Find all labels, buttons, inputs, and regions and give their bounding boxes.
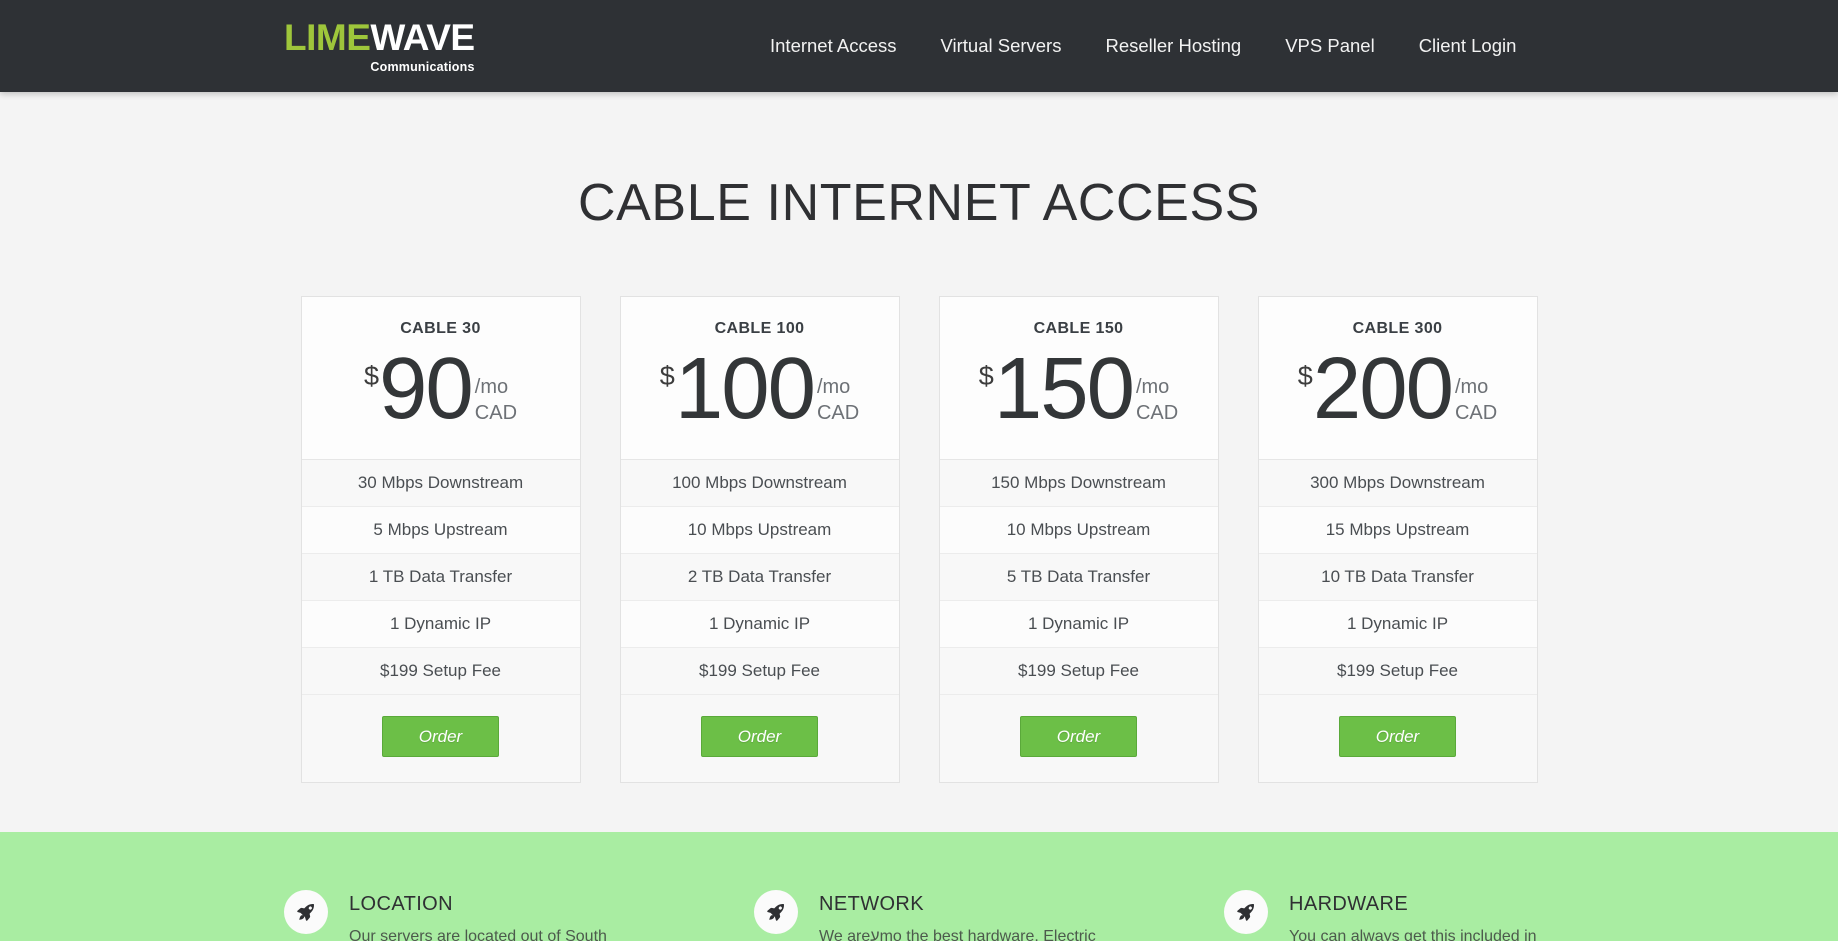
nav-item-vps-panel[interactable]: VPS Panel bbox=[1285, 35, 1374, 57]
rocket-icon bbox=[284, 890, 328, 934]
plan-name: CABLE 100 bbox=[714, 320, 805, 337]
plan-feature: 5 TB Data Transfer bbox=[939, 554, 1218, 602]
plan-header: CABLE 300 bbox=[1259, 297, 1537, 338]
plan-price: $ 100 /mo CAD bbox=[620, 338, 899, 461]
plan-feature: 10 Mbps Upstream bbox=[620, 507, 899, 555]
plan-feature: 15 Mbps Upstream bbox=[1258, 507, 1537, 555]
brand-word-wave: WAVE bbox=[370, 16, 475, 58]
price-currency-code: CAD bbox=[1135, 401, 1179, 424]
feature-title: HARDWARE bbox=[1289, 893, 1409, 915]
plan-price: $ 200 /mo CAD bbox=[1258, 338, 1537, 461]
nav-item-client-login[interactable]: Client Login bbox=[1419, 35, 1517, 57]
feature-column-location: LOCATION Our servers are located out of … bbox=[284, 890, 674, 941]
price-currency-symbol: $ bbox=[978, 361, 994, 391]
price-suffix: /mo CAD bbox=[1455, 375, 1497, 426]
rocket-icon bbox=[754, 890, 798, 934]
nav-item-internet-access[interactable]: Internet Access bbox=[770, 35, 896, 57]
plan-footer: Order bbox=[1258, 695, 1537, 783]
feature-description: You can always get this included in bbox=[1289, 928, 1537, 941]
feature-title: NETWORK bbox=[819, 893, 925, 915]
rocket-icon bbox=[1224, 890, 1268, 934]
plan-feature: $199 Setup Fee bbox=[620, 648, 899, 696]
plan-feature: 2 TB Data Transfer bbox=[620, 554, 899, 602]
feature-column-hardware: HARDWARE You can always get this include… bbox=[1224, 890, 1614, 941]
main-navigation: Internet Access Virtual Servers Reseller… bbox=[770, 35, 1516, 57]
feature-text: NETWORK We areעmo the best hardware. Ele… bbox=[819, 890, 1096, 941]
page-body: CABLE INTERNET ACCESS CABLE 30 $ 90 /mo … bbox=[0, 92, 1838, 832]
page-title: CABLE INTERNET ACCESS bbox=[577, 174, 1261, 232]
brand-tagline: Communications bbox=[370, 59, 475, 74]
pricing-plans: CABLE 30 $ 90 /mo CAD 30 Mbps Downstream… bbox=[0, 296, 1838, 784]
price-currency-symbol: $ bbox=[659, 361, 675, 391]
plan-feature: 10 Mbps Upstream bbox=[939, 507, 1218, 555]
plan-feature: 5 Mbps Upstream bbox=[301, 507, 580, 555]
feature-title: LOCATION bbox=[349, 893, 453, 915]
feature-text: LOCATION Our servers are located out of … bbox=[349, 890, 607, 941]
plan-feature: 1 Dynamic IP bbox=[620, 601, 899, 649]
nav-item-reseller-hosting[interactable]: Reseller Hosting bbox=[1105, 35, 1241, 57]
site-header: LIMEWAVE Communications Internet Access … bbox=[0, 0, 1838, 92]
plan-feature: $199 Setup Fee bbox=[301, 648, 580, 696]
price-amount: 90 bbox=[379, 340, 474, 437]
price-period: /mo bbox=[816, 376, 851, 398]
plan-feature: $199 Setup Fee bbox=[939, 648, 1218, 696]
plan-feature: 30 Mbps Downstream bbox=[301, 460, 580, 508]
price-currency-symbol: $ bbox=[363, 361, 379, 391]
plan-footer: Order bbox=[620, 695, 899, 783]
price-currency-symbol: $ bbox=[1297, 361, 1313, 391]
plan-name: CABLE 300 bbox=[1352, 320, 1443, 337]
price-amount: 150 bbox=[993, 340, 1135, 437]
features-inner: LOCATION Our servers are located out of … bbox=[0, 890, 1838, 941]
price-suffix: /mo CAD bbox=[817, 375, 859, 426]
order-button[interactable]: Order bbox=[700, 716, 819, 758]
feature-column-network: NETWORK We areעmo the best hardware. Ele… bbox=[754, 890, 1144, 941]
plan-header: CABLE 100 bbox=[621, 297, 899, 338]
feature-text: HARDWARE You can always get this include… bbox=[1289, 890, 1537, 941]
plan-header: CABLE 150 bbox=[940, 297, 1218, 338]
price-period: /mo bbox=[1135, 376, 1170, 398]
plan-feature: 1 TB Data Transfer bbox=[301, 554, 580, 602]
plan-feature: 1 Dynamic IP bbox=[1258, 601, 1537, 649]
order-button[interactable]: Order bbox=[381, 716, 500, 758]
feature-description: We areעmo the best hardware. Electric bbox=[819, 928, 1096, 941]
plan-name: CABLE 30 bbox=[400, 320, 481, 337]
price-period: /mo bbox=[474, 376, 509, 398]
price-amount: 200 bbox=[1312, 340, 1454, 437]
price-suffix: /mo CAD bbox=[475, 375, 517, 426]
plan-feature: 10 TB Data Transfer bbox=[1258, 554, 1537, 602]
price-currency-code: CAD bbox=[1454, 401, 1498, 424]
plan-feature: 1 Dynamic IP bbox=[301, 601, 580, 649]
brand-logo[interactable]: LIMEWAVE Communications bbox=[284, 19, 475, 74]
plan-card: CABLE 150 $ 150 /mo CAD 150 Mbps Downstr… bbox=[938, 296, 1219, 784]
plan-card: CABLE 300 $ 200 /mo CAD 300 Mbps Downstr… bbox=[1257, 296, 1538, 784]
feature-description: Our servers are located out of South bbox=[349, 928, 607, 941]
plan-feature: 300 Mbps Downstream bbox=[1258, 460, 1537, 508]
price-currency-code: CAD bbox=[816, 401, 860, 424]
plan-card: CABLE 100 $ 100 /mo CAD 100 Mbps Downstr… bbox=[619, 296, 900, 784]
brand-word-lime: LIME bbox=[284, 16, 371, 58]
plan-feature: 150 Mbps Downstream bbox=[939, 460, 1218, 508]
price-period: /mo bbox=[1454, 376, 1489, 398]
plan-feature: 100 Mbps Downstream bbox=[620, 460, 899, 508]
plan-price: $ 90 /mo CAD bbox=[301, 338, 580, 461]
order-button[interactable]: Order bbox=[1019, 716, 1138, 758]
price-amount: 100 bbox=[674, 340, 816, 437]
order-button[interactable]: Order bbox=[1338, 716, 1457, 758]
plan-feature: $199 Setup Fee bbox=[1258, 648, 1537, 696]
plan-header: CABLE 30 bbox=[302, 297, 580, 338]
plan-footer: Order bbox=[939, 695, 1218, 783]
plan-name: CABLE 150 bbox=[1033, 320, 1124, 337]
brand-wordmark: LIMEWAVE bbox=[284, 19, 475, 56]
plan-price: $ 150 /mo CAD bbox=[939, 338, 1218, 461]
plan-footer: Order bbox=[301, 695, 580, 783]
price-suffix: /mo CAD bbox=[1136, 375, 1178, 426]
nav-item-virtual-servers[interactable]: Virtual Servers bbox=[940, 35, 1061, 57]
features-strip: LOCATION Our servers are located out of … bbox=[0, 832, 1838, 941]
plan-feature: 1 Dynamic IP bbox=[939, 601, 1218, 649]
plan-card: CABLE 30 $ 90 /mo CAD 30 Mbps Downstream… bbox=[300, 296, 581, 784]
price-currency-code: CAD bbox=[474, 401, 518, 424]
